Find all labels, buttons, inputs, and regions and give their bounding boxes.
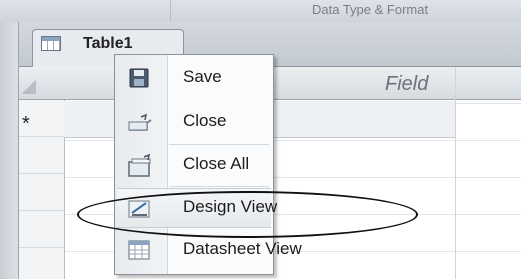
menu-item-close-all[interactable]: Close All [117,146,271,184]
column-divider [455,67,456,279]
datasheet-view-icon [127,239,151,261]
design-view-icon [127,197,151,219]
ribbon-group-label: Data Type & Format [312,2,429,17]
menu-separator [169,144,269,145]
close-all-icon [127,153,151,177]
tab-context-menu: Save Close Close All Design View Datashe… [114,54,302,275]
menu-item-label: Close All [183,154,250,173]
select-all-corner[interactable] [22,80,36,94]
menu-item-datasheet-view[interactable]: Datasheet View [117,231,302,269]
menu-item-label: Save [183,67,222,86]
new-record-marker: * [22,113,30,135]
table-icon [41,36,61,51]
menu-item-label: Datasheet View [183,239,302,258]
ribbon-strip: Data Type & Format [0,0,521,23]
document-tab-label: Table1 [83,35,133,52]
menu-item-close[interactable]: Close [117,103,271,141]
close-document-icon [127,111,152,133]
menu-item-save[interactable]: Save [117,59,271,97]
menu-separator [169,186,269,187]
ribbon-segment-right: Data Type & Format [176,0,521,22]
menu-item-design-view[interactable]: Design View [117,188,277,228]
ribbon-segment-left [0,0,171,22]
menu-item-label: Design View [183,197,278,216]
save-icon [127,67,151,89]
navigation-pane-edge[interactable] [0,22,19,279]
menu-item-label: Close [183,111,227,130]
column-header-field[interactable]: Field [385,73,428,96]
